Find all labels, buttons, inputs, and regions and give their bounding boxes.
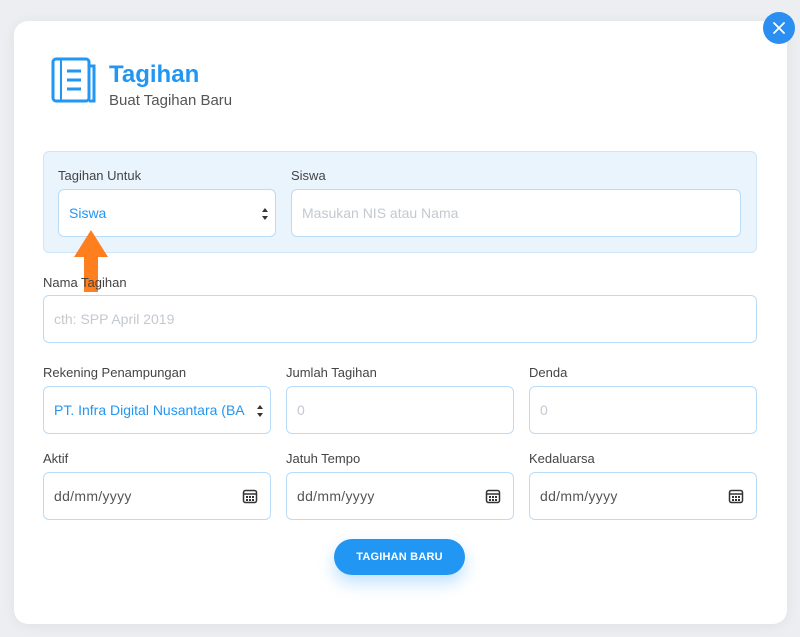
calendar-icon[interactable] [485,488,501,504]
nama-tagihan-input[interactable]: cth: SPP April 2019 [43,295,757,343]
close-button[interactable] [763,12,795,44]
siswa-input[interactable]: Masukan NIS atau Nama [291,189,741,237]
kedaluarsa-placeholder: dd/mm/yyyy [540,488,618,504]
kedaluarsa-label: Kedaluarsa [529,451,595,466]
jumlah-label: Jumlah Tagihan [286,365,377,380]
nama-tagihan-placeholder: cth: SPP April 2019 [54,311,175,327]
select-arrows-icon [262,208,268,220]
aktif-label: Aktif [43,451,69,466]
aktif-placeholder: dd/mm/yyyy [54,488,132,504]
page-title: Tagihan [109,61,200,88]
calendar-icon[interactable] [242,488,258,504]
nama-tagihan-label: Nama Tagihan [43,275,127,290]
select-arrows-icon [256,404,264,418]
siswa-label: Siswa [291,168,326,183]
denda-label: Denda [529,365,568,380]
rekening-value: PT. Infra Digital Nusantara (BA [54,402,245,418]
submit-button[interactable]: TAGIHAN BARU [334,539,465,575]
jumlah-placeholder: 0 [297,402,305,418]
denda-input[interactable]: 0 [529,386,757,434]
kedaluarsa-date-input[interactable]: dd/mm/yyyy [529,472,757,520]
aktif-date-input[interactable]: dd/mm/yyyy [43,472,271,520]
jatuh-tempo-placeholder: dd/mm/yyyy [297,488,375,504]
siswa-placeholder: Masukan NIS atau Nama [302,205,459,221]
tagihan-untuk-label: Tagihan Untuk [58,168,142,183]
jatuh-tempo-date-input[interactable]: dd/mm/yyyy [286,472,514,520]
rekening-label: Rekening Penampungan [43,365,187,380]
jatuh-tempo-label: Jatuh Tempo [286,451,361,466]
denda-placeholder: 0 [540,402,548,418]
rekening-select[interactable]: PT. Infra Digital Nusantara (BA [43,386,271,434]
document-list-icon [51,57,96,103]
tagihan-untuk-value: Siswa [69,205,107,221]
calendar-icon[interactable] [728,488,744,504]
close-icon [773,22,785,34]
page-subtitle: Buat Tagihan Baru [109,92,233,109]
jumlah-input[interactable]: 0 [286,386,514,434]
